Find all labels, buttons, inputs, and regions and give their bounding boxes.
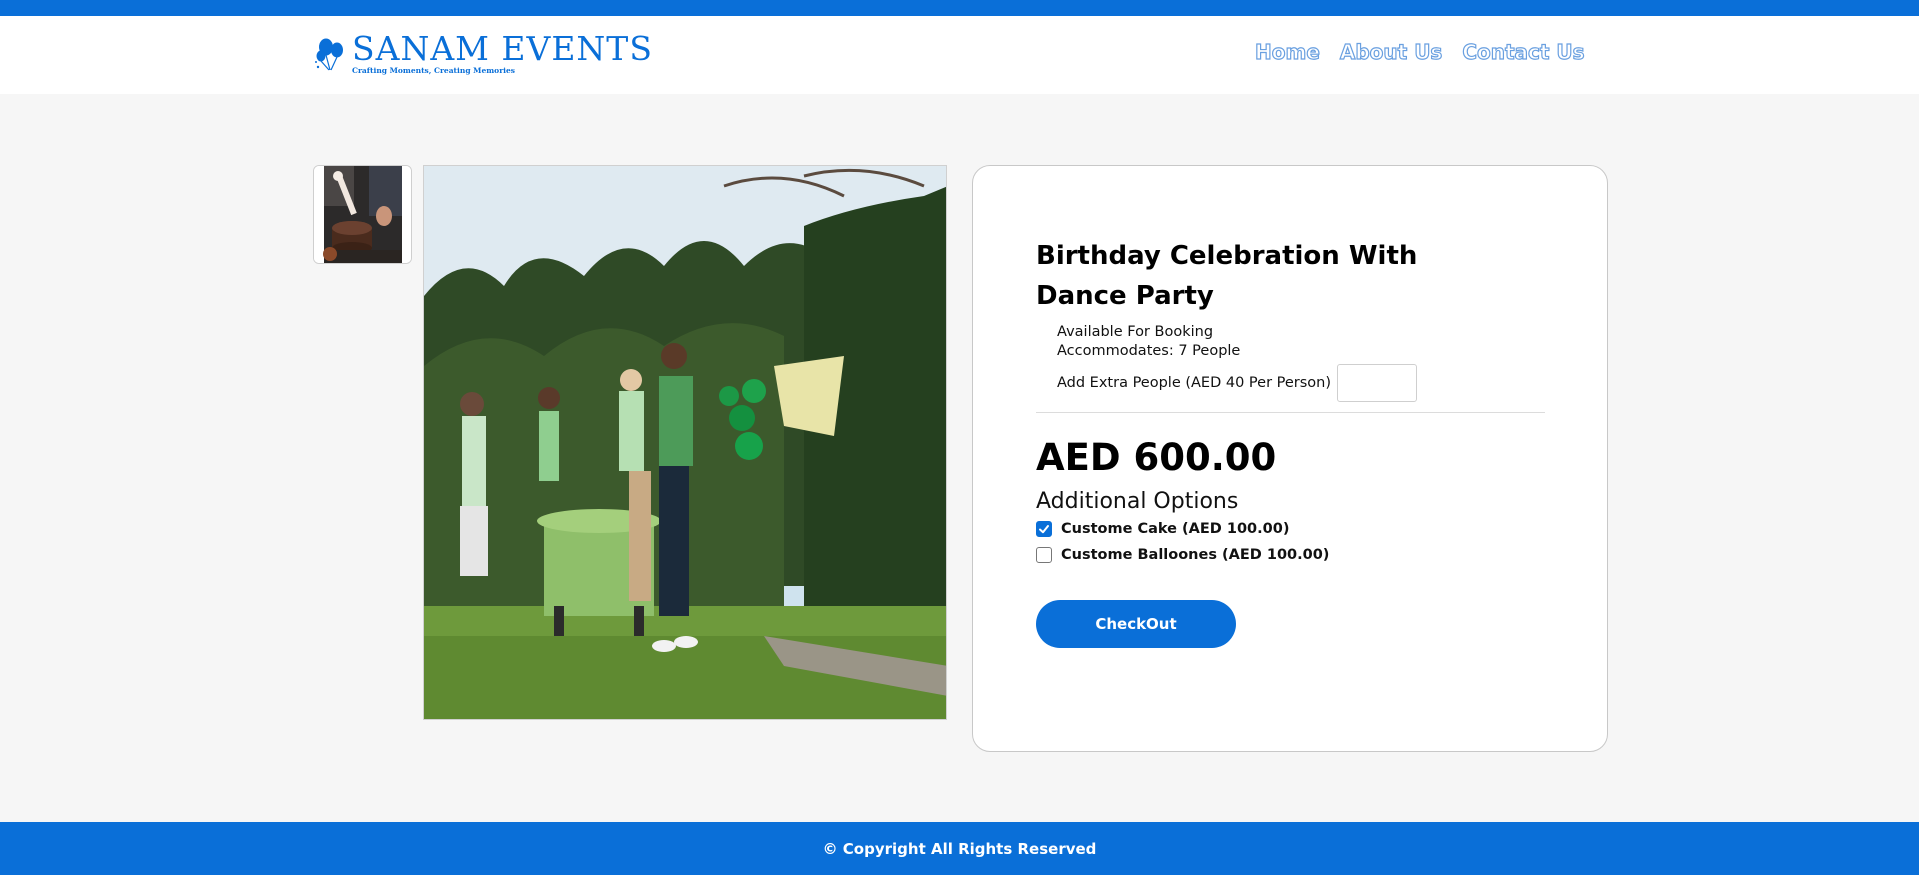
extra-people-input[interactable]	[1337, 364, 1418, 402]
main-nav: Home About Us Contact Us	[1254, 39, 1585, 64]
nav-home-link[interactable]: Home	[1254, 39, 1320, 64]
extra-people-row: Add Extra People (AED 40 Per Person)	[1057, 364, 1418, 402]
site-logo[interactable]: SANAM EVENTS Crafting Moments, Creating …	[312, 30, 652, 80]
divider	[1036, 412, 1545, 413]
availability-text: Available For Booking	[1057, 324, 1214, 340]
option-balloons[interactable]: Custome Balloones (AED 100.00)	[1036, 547, 1329, 563]
product-price: AED 600.00	[1036, 436, 1277, 479]
cake-checkbox[interactable]	[1036, 521, 1052, 537]
brand-name: SANAM EVENTS	[352, 29, 653, 68]
product-card: Birthday Celebration With Dance Party Av…	[972, 165, 1608, 752]
additional-options-heading: Additional Options	[1036, 489, 1239, 514]
balloons-icon	[315, 38, 343, 71]
birthday-party-photo	[424, 166, 946, 719]
cake-photo-icon	[314, 166, 411, 263]
brand-tagline: Crafting Moments, Creating Memories	[352, 66, 515, 75]
checkmark-icon	[1039, 525, 1049, 534]
site-footer: © Copyright All Rights Reserved	[0, 822, 1919, 875]
product-title: Birthday Celebration With Dance Party	[1036, 241, 1418, 311]
copyright-text: © Copyright All Rights Reserved	[822, 839, 1097, 858]
checkout-button[interactable]: CheckOut	[1036, 600, 1236, 648]
extra-people-label: Add Extra People (AED 40 Per Person)	[1057, 375, 1332, 391]
balloons-option-label: Custome Balloones (AED 100.00)	[1061, 547, 1330, 563]
site-header	[0, 16, 1919, 94]
gallery-thumbnail[interactable]	[313, 165, 412, 264]
cake-option-label: Custome Cake (AED 100.00)	[1061, 521, 1290, 537]
main-product-image	[423, 165, 947, 720]
top-accent-bar	[0, 0, 1919, 16]
capacity-text: Accommodates: 7 People	[1057, 343, 1241, 359]
nav-about-link[interactable]: About Us	[1339, 39, 1443, 64]
option-cake[interactable]: Custome Cake (AED 100.00)	[1036, 521, 1289, 537]
nav-contact-link[interactable]: Contact Us	[1462, 39, 1585, 64]
balloons-checkbox[interactable]	[1036, 547, 1052, 563]
